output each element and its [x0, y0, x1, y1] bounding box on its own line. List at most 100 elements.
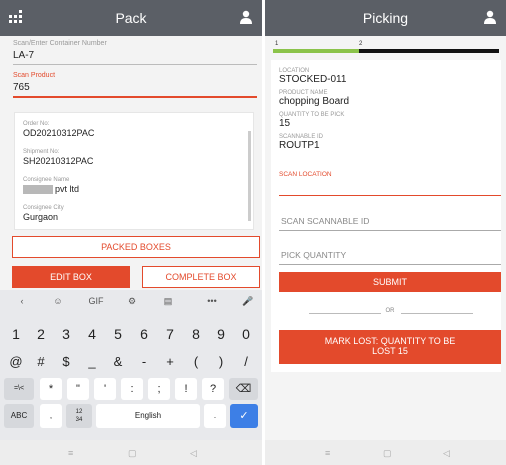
key-semicolon[interactable]: ; — [148, 378, 170, 400]
quantity-info: QUANTITY TO BE PICK 15 — [279, 112, 344, 129]
space-bar[interactable]: English — [96, 404, 200, 428]
key-ampersand[interactable]: & — [106, 354, 130, 369]
mark-lost-line-1: MARK LOST: QUANTITY TO BE — [324, 336, 456, 346]
scannable-id-value: ROUTP1 — [279, 140, 320, 151]
product-name-value: chopping Board — [279, 96, 350, 107]
key-double-quote[interactable]: " — [67, 378, 89, 400]
packed-boxes-button[interactable]: PACKED BOXES — [12, 236, 260, 258]
progress-step-2: 2 — [359, 41, 363, 47]
scan-location-input[interactable] — [279, 195, 501, 196]
or-line-right — [401, 313, 473, 314]
user-icon[interactable] — [238, 9, 254, 25]
consignee-city-label: Consignee City — [23, 205, 64, 211]
card-scrollbar[interactable] — [248, 131, 251, 221]
product-name-info: PRODUCT NAME chopping Board — [279, 90, 349, 107]
key-more-symbols[interactable]: =\< — [4, 378, 34, 400]
key-slash[interactable]: / — [234, 354, 258, 369]
order-no-value: OD20210312PAC — [23, 128, 95, 138]
key-hash[interactable]: # — [29, 354, 53, 369]
shipment-no: Shipment No: SH20210312PAC — [23, 149, 93, 166]
key-colon[interactable]: : — [121, 378, 143, 400]
user-icon[interactable] — [482, 9, 498, 25]
scan-product-underline — [13, 96, 257, 98]
mark-lost-button[interactable]: MARK LOST: QUANTITY TO BE LOST 15 — [279, 330, 501, 364]
key-3[interactable]: 3 — [54, 326, 78, 342]
enter-key[interactable]: ✓ — [230, 404, 258, 428]
consignee-city: Consignee City Gurgaon — [23, 205, 64, 222]
key-plus[interactable]: + — [158, 354, 182, 369]
key-minus[interactable]: - — [132, 354, 156, 369]
key-5[interactable]: 5 — [106, 326, 130, 342]
keyboard-back-icon[interactable]: ‹ — [12, 296, 32, 306]
recent-apps-icon[interactable]: ≡ — [325, 448, 330, 458]
home-icon[interactable]: ▢ — [128, 448, 137, 459]
key-close-paren[interactable]: ) — [209, 354, 233, 369]
scan-location-label: SCAN LOCATION — [279, 171, 332, 178]
key-8[interactable]: 8 — [184, 326, 208, 342]
key-question[interactable]: ? — [202, 378, 224, 400]
progress-fill — [273, 49, 359, 53]
back-icon[interactable]: ◁ — [190, 448, 197, 459]
pack-screen: Pack Scan/Enter Container Number LA-7 Sc… — [0, 0, 262, 465]
key-asterisk[interactable]: * — [40, 378, 62, 400]
microphone-icon[interactable]: 🎤 — [238, 296, 258, 307]
key-open-paren[interactable]: ( — [184, 354, 208, 369]
consignee-name-label: Consignee Name — [23, 177, 70, 183]
key-exclamation[interactable]: ! — [175, 378, 197, 400]
pick-quantity-input[interactable]: PICK QUANTITY — [281, 250, 346, 260]
consignee-name-row: pvt ltd — [23, 184, 80, 195]
recent-apps-icon[interactable]: ≡ — [68, 448, 73, 458]
shipment-no-value: SH20210312PAC — [23, 156, 94, 166]
page-title: Picking — [362, 10, 409, 26]
order-info-card: Order No: OD20210312PAC Shipment No: SH2… — [14, 112, 254, 230]
key-1[interactable]: 1 — [4, 326, 28, 342]
system-nav-bar: ≡ ▢ ◁ — [0, 440, 262, 465]
system-nav-bar: ≡ ▢ ◁ — [265, 440, 506, 465]
location-info: LOCATION STOCKED-011 — [279, 68, 346, 85]
consignee-name: Consignee Name pvt ltd — [23, 177, 80, 195]
key-single-quote[interactable]: ' — [94, 378, 116, 400]
scan-product-label: Scan Product — [13, 72, 56, 79]
keyboard-settings-icon[interactable]: ⚙ — [122, 296, 142, 307]
key-dollar[interactable]: $ — [54, 354, 78, 369]
on-screen-keyboard: ‹ ☺ GIF ⚙ ▤ ••• 🎤 1 2 3 4 5 6 7 8 9 0 @ … — [0, 290, 262, 440]
key-4[interactable]: 4 — [80, 326, 104, 342]
scan-scannable-id-input[interactable]: SCAN SCANNABLE ID — [281, 216, 369, 226]
picking-screen: Picking 1 2 LOCATION STOCKED-011 PRODUCT… — [265, 0, 506, 465]
key-2[interactable]: 2 — [29, 326, 53, 342]
picking-card: LOCATION STOCKED-011 PRODUCT NAME choppi… — [271, 60, 501, 372]
pack-app-bar: Pack — [0, 0, 262, 36]
key-6[interactable]: 6 — [132, 326, 156, 342]
key-9[interactable]: 9 — [209, 326, 233, 342]
submit-button[interactable]: SUBMIT — [279, 272, 501, 292]
scan-product-field[interactable]: Scan Product 765 — [13, 72, 257, 98]
key-underscore[interactable]: _ — [80, 354, 104, 369]
key-7[interactable]: 7 — [158, 326, 182, 342]
mark-lost-line-2: LOST 15 — [372, 346, 408, 356]
location-value: STOCKED-011 — [279, 74, 347, 85]
more-icon[interactable]: ••• — [200, 296, 224, 306]
complete-box-button[interactable]: COMPLETE BOX — [142, 266, 260, 288]
scan-product-value[interactable]: 765 — [13, 82, 257, 93]
back-icon[interactable]: ◁ — [443, 448, 450, 459]
edit-box-button[interactable]: EDIT BOX — [12, 266, 130, 288]
key-abc[interactable]: ABC — [4, 404, 34, 428]
key-comma[interactable]: , — [40, 404, 62, 428]
key-period[interactable]: . — [204, 404, 226, 428]
or-divider: OR — [279, 308, 501, 318]
shipment-no-label: Shipment No: — [23, 149, 60, 155]
backspace-icon[interactable]: ⌫ — [229, 378, 258, 400]
emoji-icon[interactable]: ☺ — [48, 296, 68, 306]
home-icon[interactable]: ▢ — [383, 448, 392, 459]
gif-button[interactable]: GIF — [84, 296, 108, 306]
container-number-field[interactable]: Scan/Enter Container Number LA-7 — [13, 40, 257, 65]
consignee-name-value: pvt ltd — [55, 184, 80, 194]
key-at[interactable]: @ — [4, 354, 28, 369]
key-0[interactable]: 0 — [234, 326, 258, 342]
key-fraction[interactable]: 12 34 — [66, 404, 92, 428]
picking-app-bar: Picking — [265, 0, 506, 36]
container-number-label: Scan/Enter Container Number — [13, 40, 107, 47]
container-number-value[interactable]: LA-7 — [13, 50, 257, 61]
clipboard-icon[interactable]: ▤ — [158, 296, 178, 307]
quantity-value: 15 — [279, 118, 291, 129]
